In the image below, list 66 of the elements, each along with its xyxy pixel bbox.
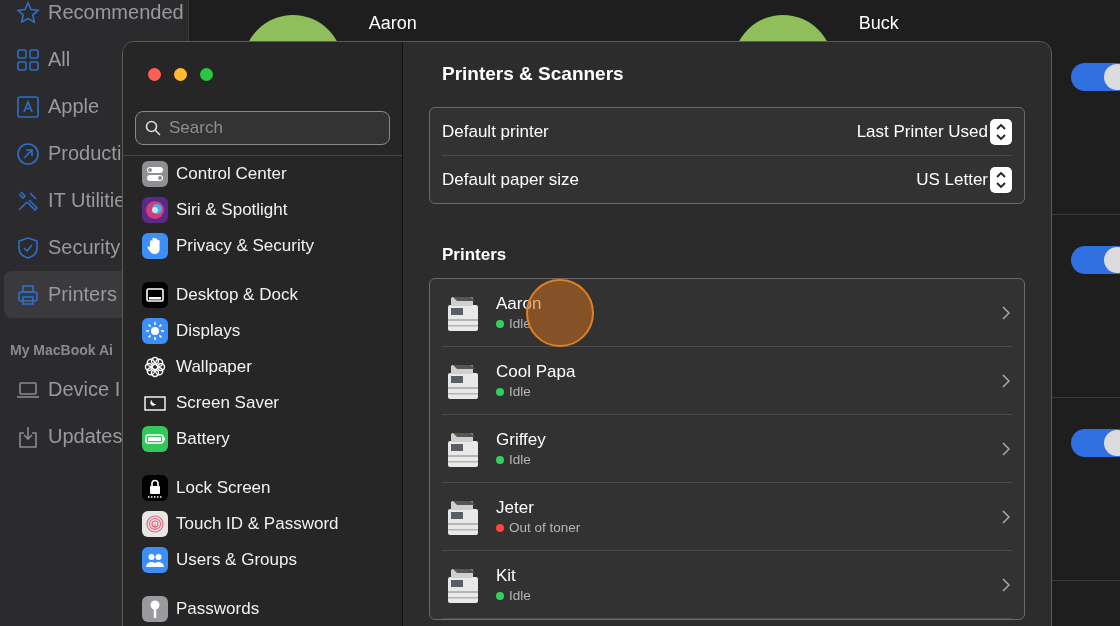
sidebar-item[interactable]: Privacy & Security bbox=[123, 228, 394, 264]
setting-label: Default paper size bbox=[442, 169, 580, 190]
download-tray-icon bbox=[16, 424, 40, 449]
people-icon bbox=[142, 547, 168, 573]
search-field[interactable]: Search bbox=[135, 111, 390, 145]
zoom-button[interactable] bbox=[200, 68, 213, 81]
flower-icon bbox=[142, 354, 168, 380]
lock-icon bbox=[142, 475, 168, 501]
fingerprint-icon bbox=[142, 511, 168, 537]
setting-label: Default printer bbox=[442, 121, 549, 142]
key-icon bbox=[142, 596, 168, 622]
sidebar-item[interactable]: Recommended bbox=[4, 0, 184, 36]
printer-name: Griffey bbox=[496, 430, 547, 450]
toggle-switch[interactable] bbox=[1070, 429, 1120, 457]
grid-icon bbox=[16, 47, 40, 72]
card-name: Buck bbox=[858, 13, 899, 34]
printer-status: Idle bbox=[509, 588, 531, 603]
popup-menu[interactable]: Last Printer Used bbox=[856, 118, 1012, 145]
card-name: Aaron bbox=[368, 13, 417, 34]
close-button[interactable] bbox=[148, 68, 161, 81]
printer-name: Cool Papa bbox=[496, 362, 577, 382]
sidebar-item[interactable]: Control Center bbox=[123, 156, 394, 192]
hand-icon bbox=[142, 233, 168, 259]
sidebar-item[interactable]: Passwords bbox=[123, 591, 394, 626]
chevron-right-icon bbox=[1002, 373, 1010, 388]
minimize-button[interactable] bbox=[174, 68, 187, 81]
printer-name: Kit bbox=[496, 566, 517, 586]
sidebar-item[interactable]: Siri & Spotlight bbox=[123, 192, 394, 228]
stepper-icon bbox=[990, 166, 1012, 193]
arrow-circle-icon bbox=[16, 141, 40, 166]
toggles-icon bbox=[142, 161, 168, 187]
dock-icon bbox=[142, 282, 168, 308]
sidebar-item[interactable]: Screen Saver bbox=[123, 385, 394, 421]
section-heading: Printers bbox=[442, 244, 508, 266]
chevron-right-icon bbox=[1002, 509, 1010, 524]
star-icon bbox=[16, 0, 40, 25]
stepper-icon bbox=[990, 118, 1012, 145]
sidebar-item[interactable]: Wallpaper bbox=[123, 349, 394, 385]
toggle-switch[interactable] bbox=[1070, 246, 1120, 274]
toggle-switch[interactable] bbox=[1070, 63, 1120, 91]
battery-icon bbox=[142, 426, 168, 452]
section-heading: My MacBook Ai bbox=[10, 342, 113, 358]
sidebar-item[interactable]: Lock Screen bbox=[123, 470, 394, 506]
sidebar-item[interactable]: Touch ID & Password bbox=[123, 506, 394, 542]
chevron-right-icon bbox=[1002, 577, 1010, 592]
popup-menu[interactable]: US Letter bbox=[916, 166, 1012, 193]
letter-square-icon bbox=[16, 94, 40, 119]
printer-status: Idle bbox=[509, 384, 531, 399]
printer-name: Jeter bbox=[496, 498, 535, 518]
orb-icon bbox=[142, 197, 168, 223]
shield-check-icon bbox=[16, 235, 40, 260]
printer-row[interactable]: Jeter Out of toner bbox=[442, 483, 1012, 551]
printer-row[interactable]: Griffey Idle bbox=[442, 415, 1012, 483]
chevron-right-icon bbox=[1002, 305, 1010, 320]
printer-status: Idle bbox=[509, 452, 531, 467]
printer-row[interactable]: Kit Idle bbox=[442, 551, 1012, 619]
pane-title: Printers & Scanners bbox=[442, 62, 625, 86]
sun-icon bbox=[142, 318, 168, 344]
sidebar-item[interactable]: Users & Groups bbox=[123, 542, 394, 578]
sidebar-item[interactable]: All bbox=[4, 36, 184, 83]
printer-icon bbox=[16, 282, 40, 307]
printer-status: Out of toner bbox=[509, 520, 581, 535]
sidebar-item[interactable]: Battery bbox=[123, 421, 394, 457]
chevron-right-icon bbox=[1002, 441, 1010, 456]
search-icon bbox=[145, 120, 161, 136]
printer-row[interactable]: Cool Papa Idle bbox=[442, 347, 1012, 415]
